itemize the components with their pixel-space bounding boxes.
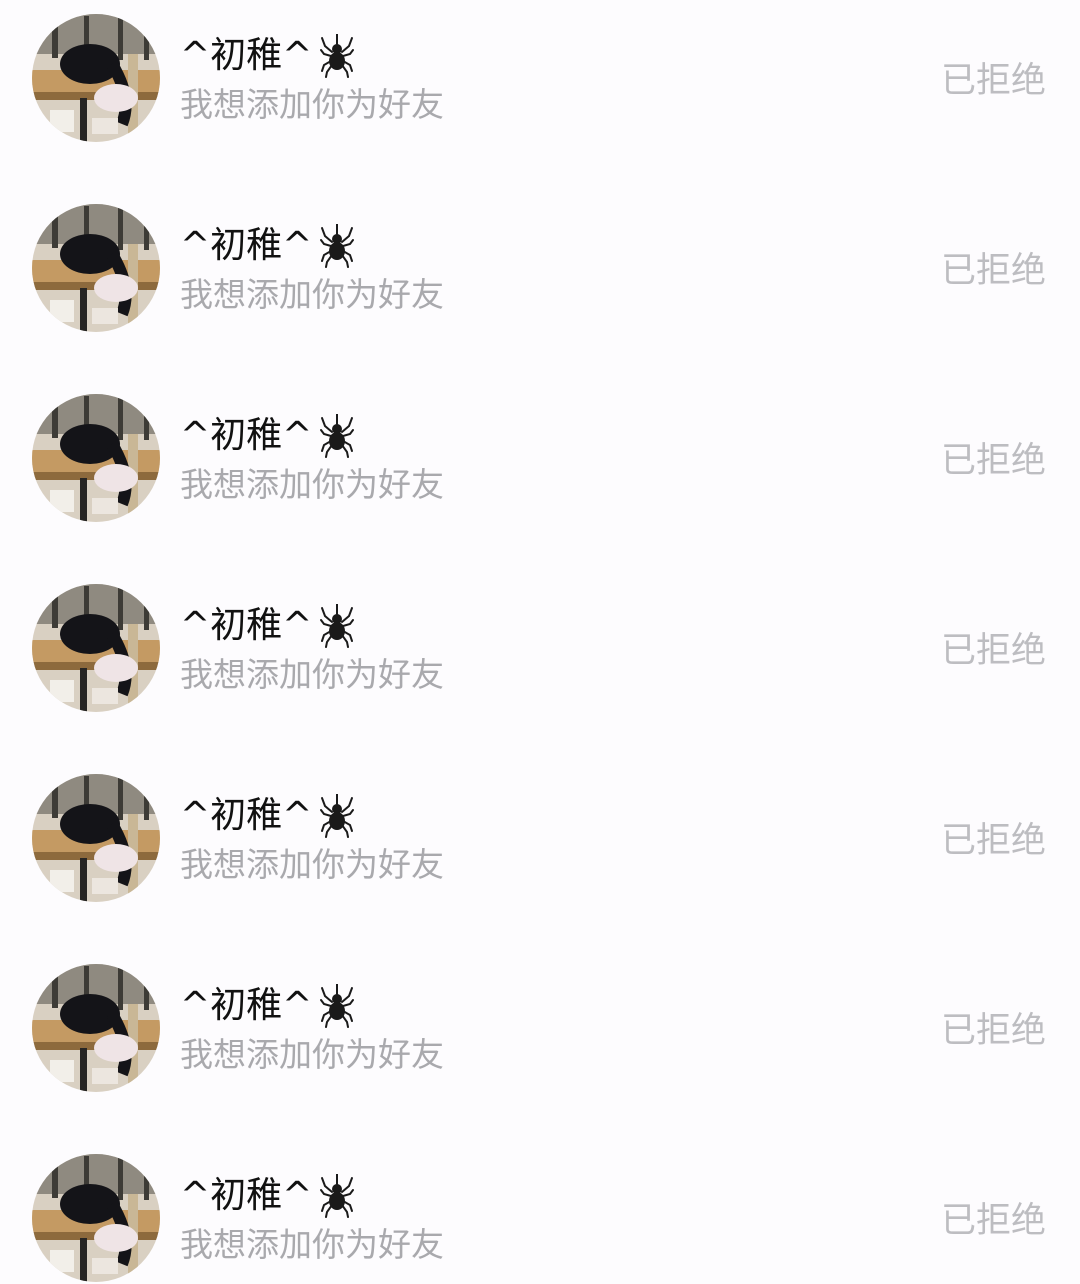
avatar[interactable] [32,394,160,522]
request-message: 我想添加你为好友 [180,465,444,504]
request-message: 我想添加你为好友 [180,85,444,124]
friend-request-row[interactable]: ^初稚^ 我想添加你为好友 已拒绝 [0,950,1080,1140]
friend-request-list: ^初稚^ 我想添加你为好友 已拒绝 ^初稚^ 我想添加你为好友 已拒绝 ^初稚^… [0,0,1080,1284]
status-label-rejected: 已拒绝 [940,821,1046,861]
spider-icon [320,794,355,838]
contact-name: ^初稚^ [180,35,313,76]
avatar[interactable] [32,774,160,902]
contact-name: ^初稚^ [180,795,313,836]
status-label-rejected: 已拒绝 [940,631,1046,671]
spider-icon [320,984,355,1028]
friend-request-row[interactable]: ^初稚^ 我想添加你为好友 已拒绝 [0,760,1080,950]
contact-name: ^初稚^ [180,605,313,646]
avatar[interactable] [32,204,160,332]
friend-request-row[interactable]: ^初稚^ 我想添加你为好友 已拒绝 [0,1140,1080,1284]
spider-icon [320,34,355,78]
request-message: 我想添加你为好友 [180,1035,444,1074]
status-label-rejected: 已拒绝 [940,1011,1046,1051]
status-label-rejected: 已拒绝 [940,1201,1046,1241]
request-message: 我想添加你为好友 [180,655,444,694]
friend-request-row[interactable]: ^初稚^ 我想添加你为好友 已拒绝 [0,570,1080,760]
request-message: 我想添加你为好友 [180,275,444,314]
avatar[interactable] [32,964,160,1092]
friend-request-row[interactable]: ^初稚^ 我想添加你为好友 已拒绝 [0,380,1080,570]
contact-name: ^初稚^ [180,1175,313,1216]
spider-icon [320,604,355,648]
status-label-rejected: 已拒绝 [940,441,1046,481]
spider-icon [320,224,355,268]
spider-icon [320,414,355,458]
status-label-rejected: 已拒绝 [940,251,1046,291]
friend-request-row[interactable]: ^初稚^ 我想添加你为好友 已拒绝 [0,0,1080,190]
avatar[interactable] [32,14,160,142]
request-message: 我想添加你为好友 [180,1225,444,1264]
contact-name: ^初稚^ [180,415,313,456]
avatar[interactable] [32,1154,160,1282]
avatar[interactable] [32,584,160,712]
request-message: 我想添加你为好友 [180,845,444,884]
friend-request-row[interactable]: ^初稚^ 我想添加你为好友 已拒绝 [0,190,1080,380]
contact-name: ^初稚^ [180,225,313,266]
status-label-rejected: 已拒绝 [940,61,1046,101]
spider-icon [320,1174,355,1218]
contact-name: ^初稚^ [180,985,313,1026]
